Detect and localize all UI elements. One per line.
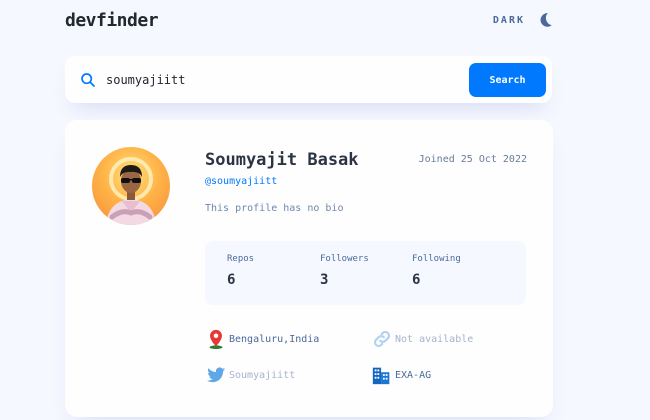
profile-login-link[interactable]: @soumyajiitt [205,176,277,187]
website-item: Not available [371,328,473,350]
stat-label: Following [412,254,461,264]
location-pin-icon [209,329,223,350]
avatar-image [106,157,156,225]
stat-value: 6 [412,272,421,288]
stat-following: Following 6 [412,254,461,288]
twitter-text: Soumyajiitt [229,369,296,381]
stat-followers: Followers 3 [320,254,369,288]
building-icon [372,367,390,385]
profile-bio: This profile has no bio [205,203,344,214]
search-bar: Search [65,56,552,103]
search-icon [81,72,95,87]
website-text: Not available [395,333,474,345]
location-item: Bengaluru,India [205,328,319,350]
app-logo: devfinder [65,9,159,31]
avatar [92,147,170,225]
company-text: EXA-AG [395,369,432,381]
moon-icon [540,13,552,27]
stat-value: 3 [320,272,329,288]
stat-repos: Repos 6 [227,254,254,288]
stat-label: Followers [320,254,369,264]
link-icon [373,330,391,348]
company-item: EXA-AG [371,364,431,386]
twitter-item[interactable]: Soumyajiitt [205,364,295,386]
stats-panel: Repos 6 Followers 3 Following 6 [205,241,526,305]
stat-value: 6 [227,272,236,288]
search-button[interactable]: Search [469,63,546,97]
theme-toggle[interactable]: DARK [493,12,553,28]
profile-card: Soumyajit Basak Joined 25 Oct 2022 @soum… [65,120,553,417]
stat-label: Repos [227,254,255,264]
twitter-icon [206,367,226,383]
profile-name: Soumyajit Basak [205,150,359,170]
app-header: devfinder DARK [65,8,553,32]
location-text: Bengaluru,India [229,333,320,345]
joined-date: Joined 25 Oct 2022 [418,154,527,165]
search-input[interactable] [106,72,446,87]
theme-toggle-label: DARK [492,14,525,26]
